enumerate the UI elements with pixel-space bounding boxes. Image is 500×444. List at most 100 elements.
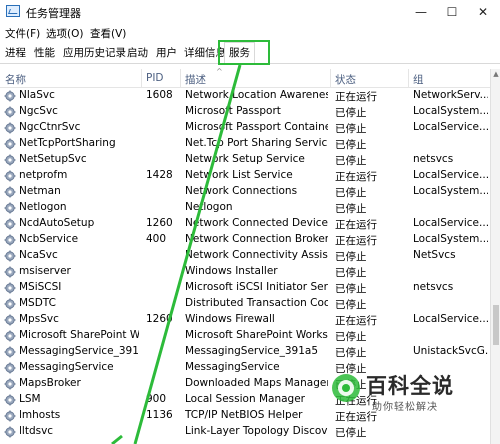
service-description: Windows Firewall — [185, 313, 275, 325]
service-gear-icon — [4, 346, 16, 358]
watermark-subtitle: 助你轻松解决 — [372, 402, 438, 413]
table-row[interactable]: NgcCtnrSvc Microsoft Passport Container 已停… — [0, 120, 488, 136]
service-description: Microsoft SharePoint Works... — [185, 329, 328, 341]
table-row[interactable]: netprofm 1428 Network List Service 正在运行 Loca… — [0, 168, 488, 184]
table-row[interactable]: MessagingService_391a5 MessagingService_3… — [0, 344, 488, 360]
service-name: MSiSCSI — [19, 281, 62, 293]
service-status: 已停止 — [335, 267, 367, 279]
tab-users[interactable]: 用户 — [156, 45, 177, 60]
table-row[interactable]: MSDTC Distributed Transaction Coor... 已停止 — [0, 296, 488, 312]
service-gear-icon — [4, 90, 16, 102]
column-divider[interactable] — [330, 69, 331, 88]
service-gear-icon — [4, 154, 16, 166]
service-gear-icon — [4, 282, 16, 294]
table-row[interactable]: NcdAutoSetup 1260 Network Connected Device… — [0, 216, 488, 232]
service-status: 正在运行 — [335, 91, 377, 103]
table-row[interactable]: lltdsvc Link-Layer Topology Discove... 已停止 — [0, 424, 488, 440]
service-group: LocalSystem... — [413, 233, 488, 245]
tab-processes[interactable]: 进程 — [5, 45, 26, 60]
column-divider[interactable] — [408, 69, 409, 88]
column-divider[interactable] — [180, 69, 181, 88]
column-status[interactable]: 状态 — [335, 72, 356, 87]
service-group: NetSvcs — [413, 249, 456, 261]
service-status: 已停止 — [335, 251, 367, 263]
service-pid: 400 — [146, 233, 167, 245]
table-row[interactable]: NetSetupSvc Network Setup Service 已停止 netsv… — [0, 152, 488, 168]
sort-caret-icon: ^ — [216, 67, 223, 76]
service-group: netsvcs — [413, 281, 454, 293]
minimize-button[interactable]: — — [406, 2, 436, 22]
service-gear-icon — [4, 170, 16, 182]
service-gear-icon — [4, 138, 16, 150]
table-row[interactable]: msiserver Windows Installer 已停止 — [0, 264, 488, 280]
table-row[interactable]: Netlogon Netlogon 已停止 — [0, 200, 488, 216]
service-name: NlaSvc — [19, 89, 55, 101]
menu-file[interactable]: 文件(F) — [5, 26, 40, 41]
service-description: TCP/IP NetBIOS Helper — [185, 409, 303, 421]
service-gear-icon — [4, 394, 16, 406]
table-row[interactable]: MpsSvc 1260 Windows Firewall 正在运行 LocalServi… — [0, 312, 488, 328]
service-status: 正在运行 — [335, 235, 377, 247]
table-row[interactable]: NcbService 400 Network Connection Broker 正在… — [0, 232, 488, 248]
scroll-up-icon[interactable]: ▲ — [492, 70, 500, 80]
service-group: LocalService... — [413, 121, 488, 133]
service-description: Microsoft Passport Container — [185, 121, 328, 133]
close-button[interactable]: ✕ — [468, 2, 498, 22]
table-row[interactable]: NcaSvc Network Connectivity Assistant 已停止 N… — [0, 248, 488, 264]
service-description: Link-Layer Topology Discove... — [185, 425, 328, 437]
table-row[interactable]: Netman Network Connections 已停止 LocalSystem.… — [0, 184, 488, 200]
service-pid: 1428 — [146, 169, 173, 181]
table-row[interactable]: NetTcpPortSharing Net.Tcp Port Sharing Se… — [0, 136, 488, 152]
service-name: Microsoft SharePoint W... — [19, 329, 139, 341]
service-group: NetworkServ... — [413, 89, 488, 101]
table-row[interactable]: NgcSvc Microsoft Passport 已停止 LocalSystem..… — [0, 104, 488, 120]
service-gear-icon — [4, 362, 16, 374]
column-divider[interactable] — [141, 69, 142, 88]
service-group: LocalService... — [413, 217, 488, 229]
maximize-button[interactable]: ☐ — [437, 2, 467, 22]
service-gear-icon — [4, 202, 16, 214]
task-manager-icon — [6, 5, 20, 17]
service-status: 已停止 — [335, 123, 367, 135]
column-name[interactable]: 名称 — [5, 72, 26, 87]
table-row[interactable]: MSiSCSI Microsoft iSCSI Initiator Serv...… — [0, 280, 488, 296]
annotation-highlight-box — [218, 40, 270, 65]
service-gear-icon — [4, 122, 16, 134]
watermark: 百科全说 助你轻松解决 — [330, 366, 490, 416]
menu-options[interactable]: 选项(O) — [46, 26, 83, 41]
scrollbar-thumb[interactable] — [493, 305, 499, 345]
service-status: 已停止 — [335, 299, 367, 311]
service-status: 已停止 — [335, 203, 367, 215]
tab-performance[interactable]: 性能 — [34, 45, 55, 60]
service-name: Netman — [19, 185, 61, 197]
service-status: 已停止 — [335, 427, 367, 439]
service-status: 已停止 — [335, 331, 367, 343]
service-name: NetTcpPortSharing — [19, 137, 116, 149]
service-name: MessagingService — [19, 361, 114, 373]
column-description[interactable]: 描述 — [185, 72, 206, 87]
vertical-scrollbar[interactable]: ▲ — [490, 69, 500, 444]
service-gear-icon — [4, 314, 16, 326]
service-pid: 1260 — [146, 217, 173, 229]
tab-app-history[interactable]: 应用历史记录 — [63, 45, 126, 60]
service-group: UnistackSvcG... — [413, 345, 488, 357]
service-description: Network Connection Broker — [185, 233, 328, 245]
service-description: Network Connections — [185, 185, 298, 197]
service-name: Netlogon — [19, 201, 67, 213]
service-description: Network Setup Service — [185, 153, 305, 165]
service-gear-icon — [4, 330, 16, 342]
column-pid[interactable]: PID — [146, 72, 164, 84]
service-description: Local Session Manager — [185, 393, 305, 405]
column-group[interactable]: 组 — [413, 72, 424, 87]
service-description: Distributed Transaction Coor... — [185, 297, 328, 309]
service-name: msiserver — [19, 265, 71, 277]
table-row[interactable]: Microsoft SharePoint W... Microsoft Share… — [0, 328, 488, 344]
tab-startup[interactable]: 启动 — [127, 45, 148, 60]
table-row[interactable]: NlaSvc 1608 Network Location Awareness 正在运行… — [0, 88, 488, 104]
service-gear-icon — [4, 218, 16, 230]
menu-view[interactable]: 查看(V) — [90, 26, 126, 41]
service-name: NgcSvc — [19, 105, 58, 117]
service-status: 已停止 — [335, 139, 367, 151]
service-name: NcbService — [19, 233, 79, 245]
service-description: Net.Tcp Port Sharing Service — [185, 137, 328, 149]
